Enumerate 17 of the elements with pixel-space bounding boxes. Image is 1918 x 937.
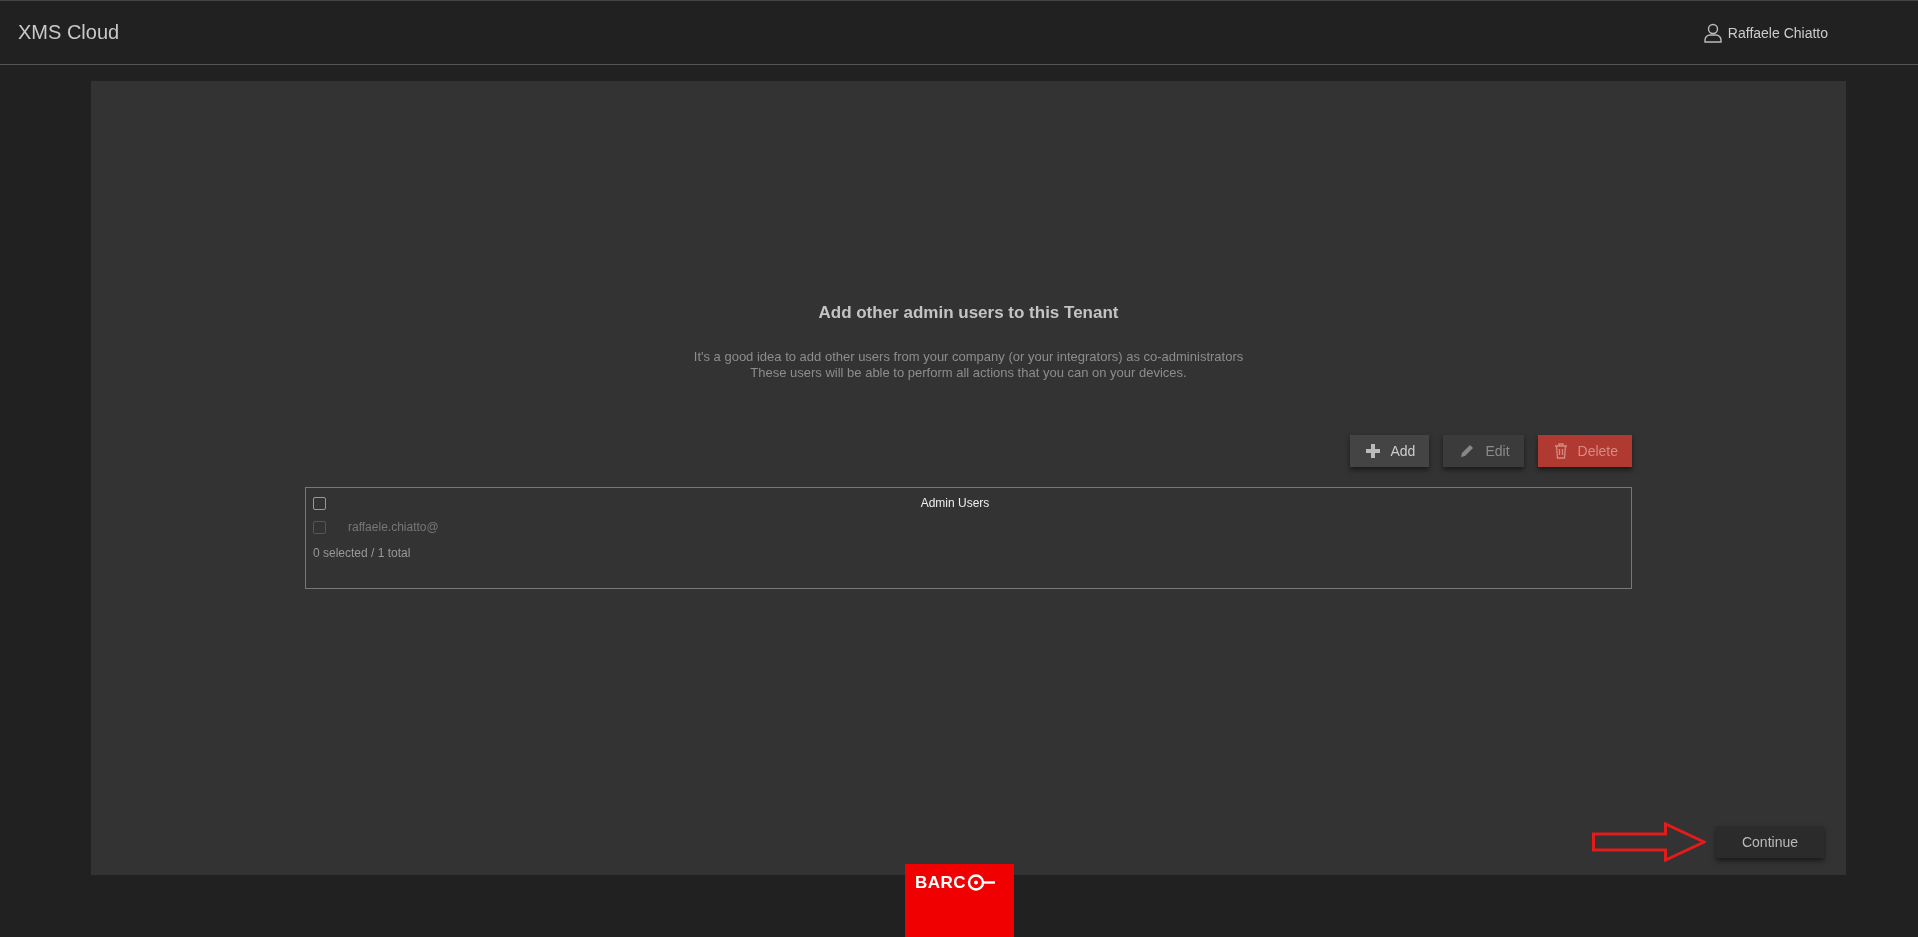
user-name[interactable]: Raffaele Chiatto xyxy=(1727,24,1828,41)
plus-icon xyxy=(1366,444,1381,458)
add-button[interactable]: Add xyxy=(1350,435,1430,467)
user-icon xyxy=(1703,22,1722,43)
column-header: Admin Users xyxy=(919,496,991,510)
select-all-checkbox[interactable] xyxy=(313,496,326,510)
app-title: XMS Cloud xyxy=(18,21,120,44)
circle-icon xyxy=(967,874,996,891)
user-email: raffaele.chiatto@ xyxy=(348,520,439,534)
continue-button[interactable]: Continue xyxy=(1715,826,1824,858)
pencil-icon xyxy=(1459,443,1476,459)
selection-count: 0 selected / 1 total xyxy=(313,546,412,560)
trash-icon xyxy=(1553,443,1568,459)
description-text: These users will be able to perform all actions that you can on your devices. xyxy=(750,365,1187,381)
description-text: It's a good idea to add other users from your company (or your integrators) as co-administrators xyxy=(693,349,1244,365)
logo: BARC xyxy=(905,864,1014,937)
page-heading: Add other admin users to this Tenant xyxy=(818,303,1119,323)
